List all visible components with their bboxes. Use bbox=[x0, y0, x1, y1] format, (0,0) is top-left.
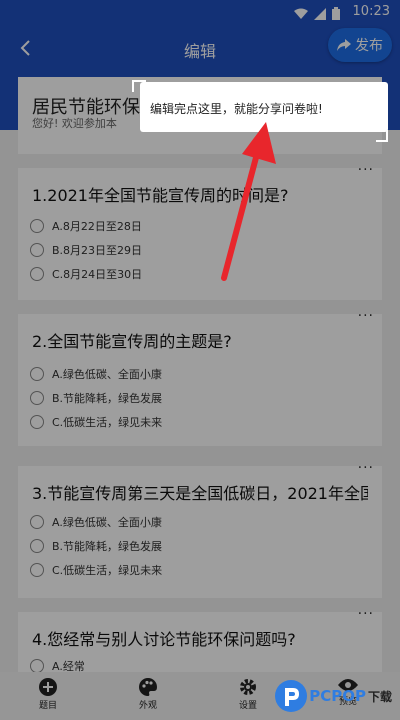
watermark-logo-icon bbox=[275, 680, 308, 712]
tooltip-corner bbox=[376, 130, 388, 142]
watermark-suffix: 下载 bbox=[367, 689, 392, 704]
watermark-brand: PCPOP bbox=[309, 687, 366, 705]
tooltip-corner bbox=[132, 80, 146, 92]
red-arrow-icon bbox=[221, 122, 276, 281]
watermark: PCPOP 下载 bbox=[275, 680, 392, 712]
tooltip-text: 编辑完点这里，就能分享问卷啦! bbox=[150, 102, 323, 116]
